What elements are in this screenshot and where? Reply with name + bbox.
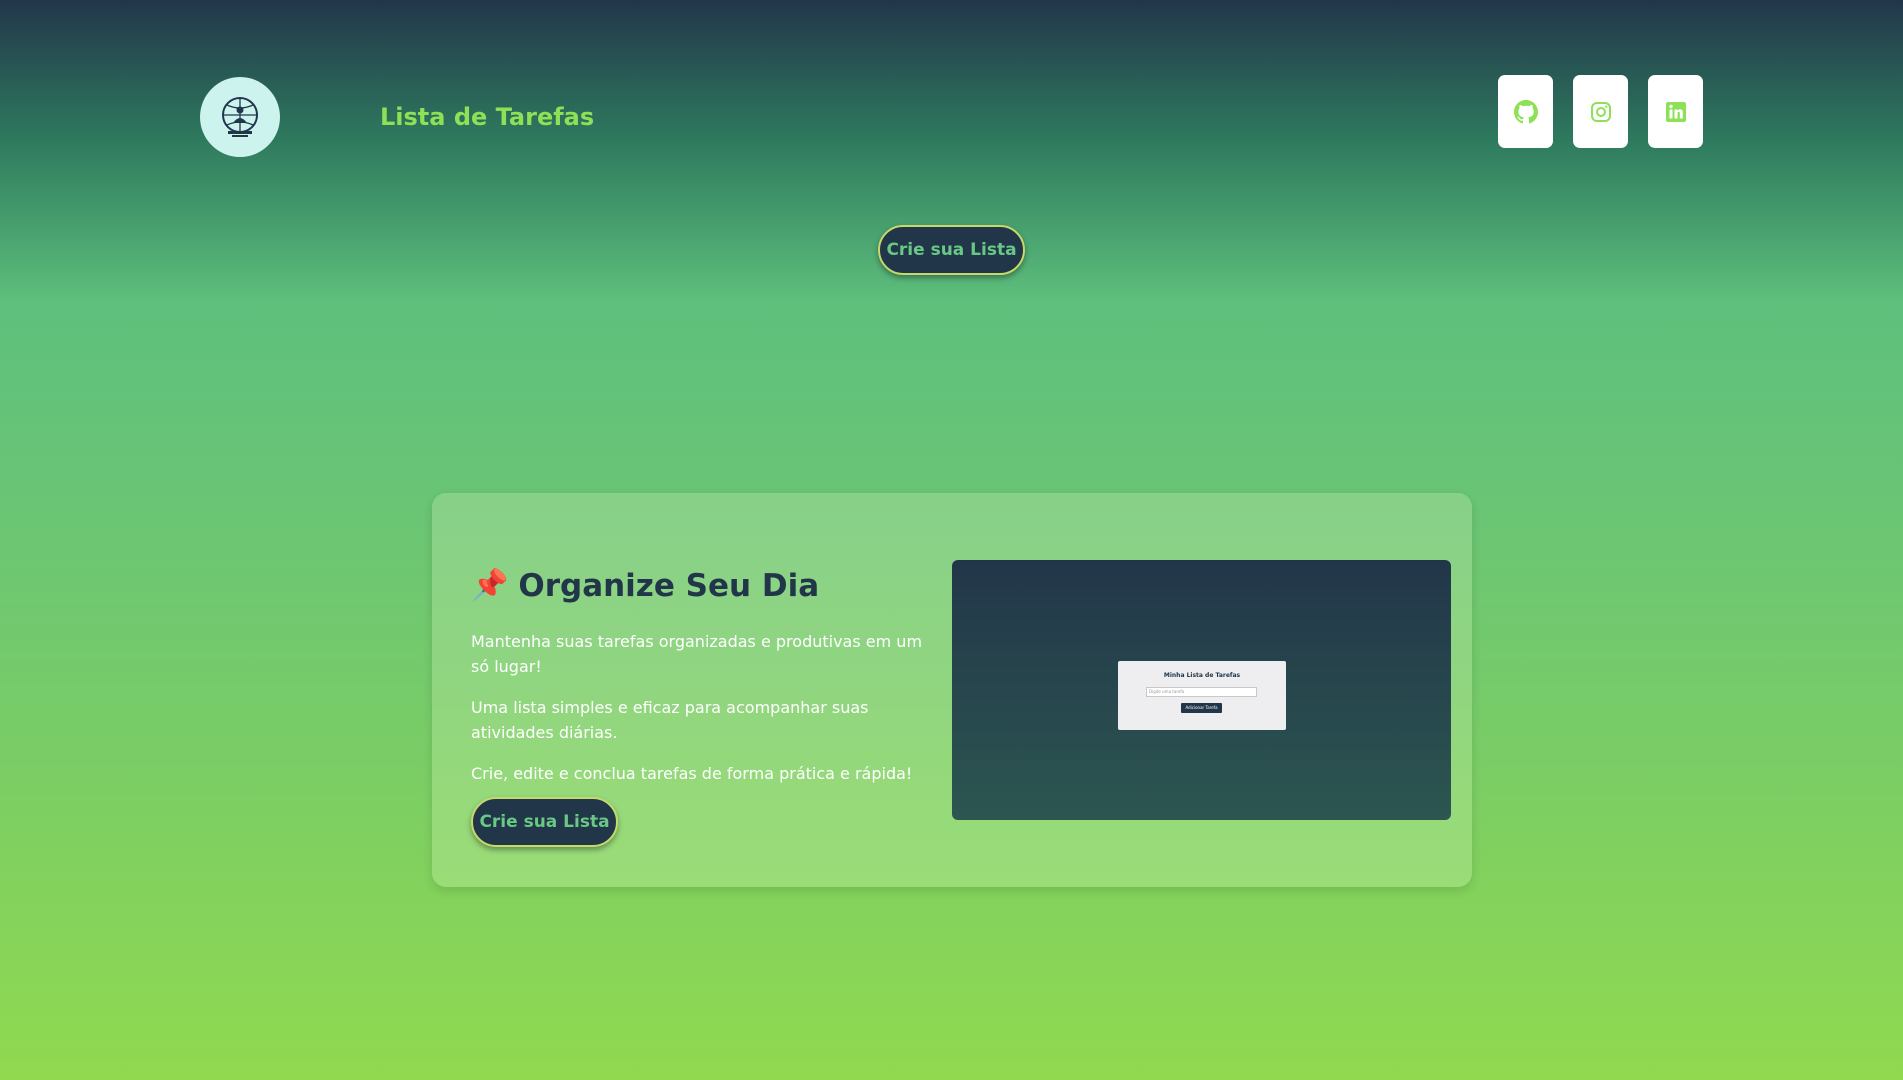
site-title: Lista de Tarefas [380,103,595,131]
card-paragraph: Crie, edite e conclua tarefas de forma p… [471,764,913,783]
card-heading: 📌 Organize Seu Dia [471,568,819,604]
instagram-icon [1590,101,1611,122]
linkedin-link-button[interactable] [1648,75,1703,148]
preview-add-button: Adicionar Tarefa [1181,703,1222,713]
feature-card: 📌 Organize Seu Dia Mantenha suas tarefas… [432,493,1472,887]
github-icon [1513,99,1538,123]
github-link-button[interactable] [1498,75,1553,148]
globe-person-logo-icon [222,97,258,137]
card-create-list-button[interactable]: Crie sua Lista [471,797,618,847]
pushpin-icon: 📌 [471,568,509,603]
preview-input: Digite uma tarefa [1146,687,1257,697]
instagram-link-button[interactable] [1573,75,1628,148]
app-preview-image: Minha Lista de Tarefas Digite uma tarefa… [952,560,1451,820]
create-list-button[interactable]: Crie sua Lista [878,225,1025,275]
preview-todo-card: Minha Lista de Tarefas Digite uma tarefa… [1118,661,1286,730]
card-paragraph: Uma lista simples e eficaz para acompanh… [471,698,869,742]
preview-title: Minha Lista de Tarefas [1163,672,1241,679]
card-paragraph: Mantenha suas tarefas organizadas e prod… [471,632,923,676]
linkedin-icon [1665,101,1686,122]
logo[interactable] [200,77,280,157]
card-title: Organize Seu Dia [518,568,820,604]
